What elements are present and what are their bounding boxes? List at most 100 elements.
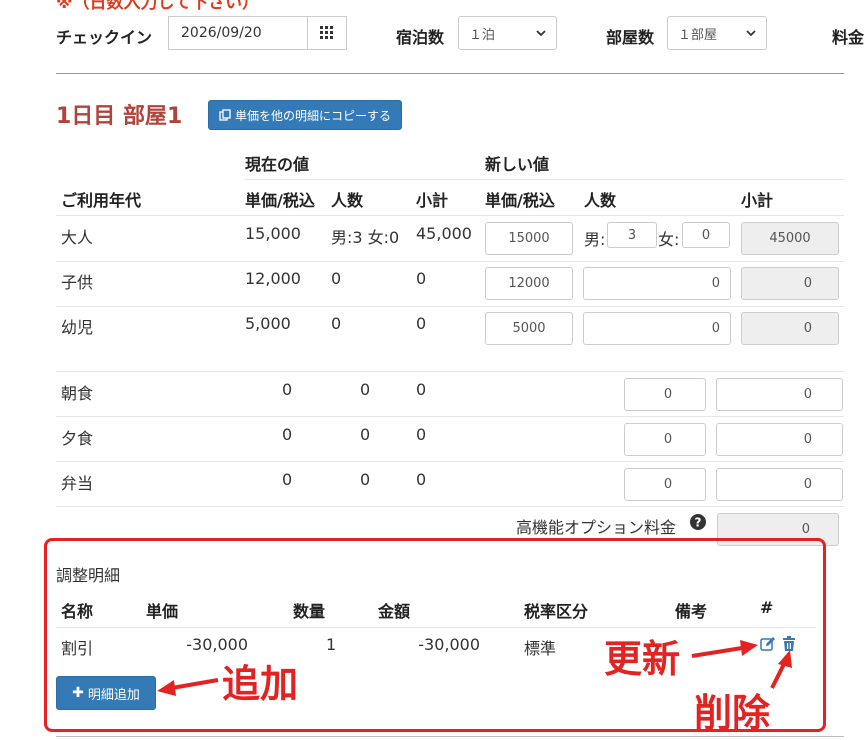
row-name: 幼児	[61, 318, 94, 337]
row-name: 弁当	[61, 474, 94, 493]
meal-subtotal-input[interactable]: 0	[716, 468, 843, 501]
adj-name-header: 名称	[61, 602, 94, 621]
chevron-down-icon	[746, 29, 756, 36]
meal-value: 0	[416, 425, 427, 444]
row-name: 夕食	[61, 429, 94, 448]
meal-count-input[interactable]: 0	[624, 423, 706, 456]
row-name: 大人	[61, 228, 94, 247]
new-subtotal-field: 0	[741, 267, 839, 300]
current-unit: 5,000	[245, 314, 291, 333]
new-values-header: 新しい値	[485, 155, 550, 174]
new-count-header: 人数	[584, 191, 617, 210]
option-fee-label: 高機能オプション料金	[516, 518, 677, 537]
new-count-input[interactable]: 0	[583, 312, 731, 345]
adj-row-qty: 1	[326, 635, 337, 654]
adj-amount-header: 金額	[378, 602, 411, 621]
current-subtotal-header: 小計	[416, 191, 449, 210]
svg-text:?: ?	[695, 516, 702, 530]
new-unit-input[interactable]: 12000	[485, 267, 573, 300]
current-count: 男:3 女:0	[331, 228, 400, 247]
add-detail-label: 明細追加	[87, 687, 140, 703]
copy-icon	[219, 109, 231, 121]
copy-button-label: 単価を他の明細にコピーする	[234, 108, 391, 123]
row-name: 朝食	[61, 384, 94, 403]
new-subtotal-field: 45000	[741, 222, 839, 255]
current-count-header: 人数	[331, 191, 364, 210]
female-label: 女:	[658, 230, 680, 249]
adj-unit-header: 単価	[146, 602, 179, 621]
trash-icon[interactable]	[782, 636, 796, 651]
meal-subtotal-input[interactable]: 0	[716, 423, 843, 456]
meal-count-input[interactable]: 0	[624, 378, 706, 411]
divider	[56, 371, 844, 372]
meal-value: 0	[416, 470, 427, 489]
adj-tax-header: 税率区分	[524, 602, 589, 621]
add-detail-button[interactable]: ✚ 明細追加	[56, 676, 156, 710]
price-label: 料金	[832, 28, 865, 47]
checkin-date-input[interactable]: 2026/09/20	[168, 16, 308, 50]
meal-value: 0	[282, 425, 293, 444]
nights-label: 宿泊数	[396, 28, 445, 47]
top-notice: ※（日数入力して下さい）	[56, 0, 260, 13]
divider	[56, 736, 844, 737]
adj-row-amount: -30,000	[418, 635, 480, 654]
current-unit: 12,000	[245, 269, 301, 288]
calendar-grid-icon	[320, 26, 333, 39]
current-subtotal: 0	[416, 314, 427, 333]
divider	[56, 461, 844, 462]
divider	[56, 506, 844, 507]
current-values-header: 現在の値	[245, 155, 310, 174]
adj-row-tax: 標準	[524, 639, 557, 658]
adj-row-name: 割引	[61, 639, 94, 658]
new-subtotal-field: 0	[741, 312, 839, 345]
age-group-header: ご利用年代	[61, 191, 142, 210]
new-unit-header: 単価/税込	[485, 191, 555, 210]
divider	[56, 416, 844, 417]
current-subtotal: 45,000	[416, 224, 472, 243]
current-count: 0	[331, 269, 342, 288]
current-count: 0	[331, 314, 342, 333]
male-label: 男:	[584, 230, 606, 249]
rooms-label: 部屋数	[606, 28, 655, 47]
current-unit-header: 単価/税込	[245, 191, 315, 210]
current-unit: 15,000	[245, 224, 301, 243]
calendar-button[interactable]	[307, 16, 347, 50]
meal-subtotal-input[interactable]: 0	[716, 378, 843, 411]
current-subtotal: 0	[416, 269, 427, 288]
checkin-label: チェックイン	[56, 28, 153, 47]
meal-value: 0	[416, 380, 427, 399]
copy-unit-price-button[interactable]: 単価を他の明細にコピーする	[208, 100, 402, 130]
new-count-input[interactable]: 0	[583, 267, 731, 300]
divider	[56, 215, 844, 216]
chevron-down-icon	[536, 29, 546, 36]
meal-value: 0	[282, 380, 293, 399]
new-subtotal-header: 小計	[741, 191, 774, 210]
nights-value: １泊	[469, 27, 496, 43]
section-title: 1日目 部屋1	[56, 104, 183, 129]
male-count-input[interactable]: 3	[607, 222, 657, 248]
adj-note-header: 備考	[675, 602, 708, 621]
divider	[56, 261, 844, 262]
add-annotation: 追加	[222, 662, 299, 706]
update-annotation: 更新	[604, 637, 681, 681]
adj-qty-header: 数量	[293, 602, 326, 621]
question-circle-icon[interactable]: ?	[690, 514, 706, 530]
divider	[56, 306, 844, 307]
delete-annotation: 削除	[694, 691, 771, 735]
divider	[56, 627, 816, 628]
plus-icon: ✚	[72, 685, 84, 701]
nights-select[interactable]: １泊	[458, 16, 557, 50]
new-unit-input[interactable]: 15000	[485, 222, 573, 255]
edit-icon[interactable]	[760, 636, 776, 651]
meal-value: 0	[360, 380, 371, 399]
meal-value: 0	[282, 470, 293, 489]
divider	[56, 73, 844, 74]
adj-number-header: #	[760, 598, 774, 617]
meal-value: 0	[360, 425, 371, 444]
rooms-select[interactable]: １部屋	[667, 16, 767, 50]
meal-value: 0	[360, 470, 371, 489]
meal-count-input[interactable]: 0	[624, 468, 706, 501]
new-unit-input[interactable]: 5000	[485, 312, 573, 345]
female-count-input[interactable]: 0	[682, 222, 730, 248]
divider	[245, 179, 844, 180]
